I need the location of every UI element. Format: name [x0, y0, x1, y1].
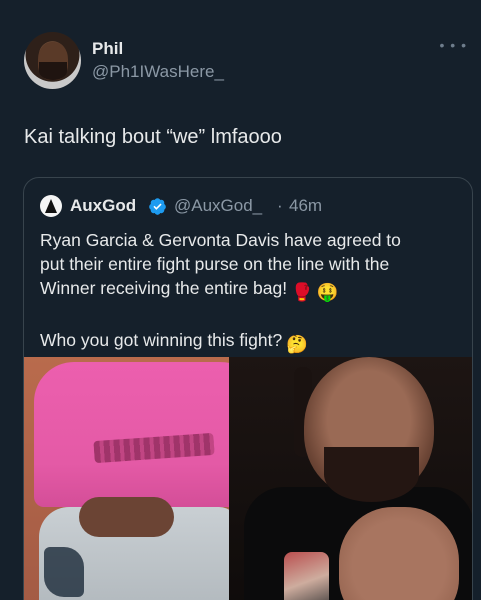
right-hand-gesture	[339, 507, 459, 600]
quoted-question-line: Who you got winning this fight? 🤔	[40, 328, 465, 356]
more-options-icon[interactable]: • • •	[440, 38, 467, 52]
quoted-author-avatar[interactable]	[40, 195, 62, 217]
author-name[interactable]: Phil	[92, 39, 123, 59]
quoted-text-line: Winner receiving the entire bag!	[40, 278, 288, 298]
quoted-tweet-card[interactable]: AuxGod @AuxGod_ · 46m Ryan Garcia & Gerv…	[23, 177, 473, 600]
verified-badge-icon	[149, 198, 166, 215]
quoted-text-line: Ryan Garcia & Gervonta Davis have agreed…	[40, 230, 401, 250]
shirt-print	[284, 552, 329, 600]
quoted-timestamp[interactable]: 46m	[289, 196, 322, 216]
quoted-media-video[interactable]	[24, 357, 472, 600]
quoted-text-line: put their entire fight purse on the line…	[40, 254, 390, 274]
money-mouth-emoji: 🤑	[316, 282, 339, 302]
boxing-glove-emoji: 🥊	[291, 282, 313, 302]
author-handle[interactable]: @Ph1IWasHere_	[92, 62, 224, 82]
quoted-tweet-text: Ryan Garcia & Gervonta Davis have agreed…	[40, 228, 465, 356]
left-hand	[79, 497, 174, 537]
quoted-author-handle[interactable]: @AuxGod_	[174, 196, 262, 216]
author-avatar[interactable]	[24, 32, 81, 89]
shorts-logo	[44, 547, 84, 597]
timestamp-separator: ·	[277, 196, 283, 215]
quoted-question: Who you got winning this fight?	[40, 330, 283, 350]
quoted-author-name[interactable]: AuxGod	[70, 196, 136, 216]
thinking-face-emoji: 🤔	[286, 334, 309, 354]
tweet-text: Kai talking bout “we” lmfaooo	[24, 126, 282, 148]
person-beard	[324, 447, 419, 502]
avatar-beard	[39, 62, 67, 80]
quoted-text-line-3: Winner receiving the entire bag! 🥊 🤑	[40, 276, 465, 304]
